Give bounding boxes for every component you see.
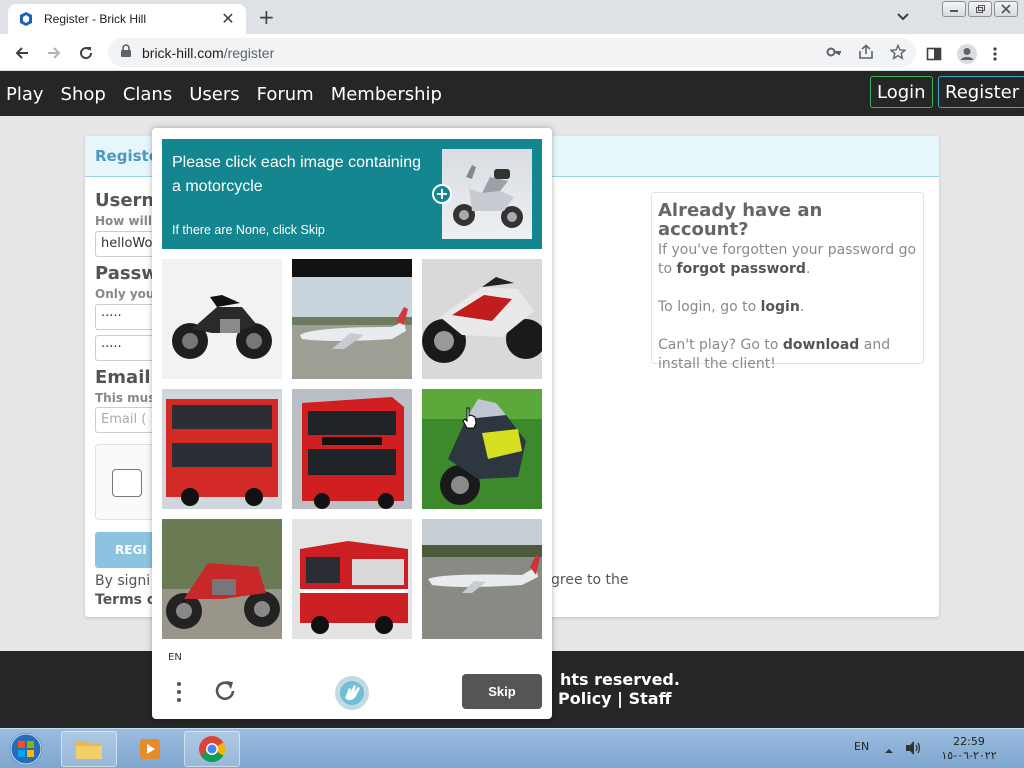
download-text: Can't play? Go to download and install t…: [658, 337, 891, 372]
share-icon[interactable]: [858, 44, 874, 64]
forward-arrow-icon[interactable]: [44, 43, 64, 63]
nav-forum[interactable]: Forum: [257, 84, 314, 105]
forgot-password-link[interactable]: forgot password: [677, 261, 806, 277]
captcha-tile-2[interactable]: [292, 259, 412, 379]
hand-cursor-icon: [462, 407, 477, 429]
browser-menu-icon[interactable]: [992, 46, 998, 66]
back-arrow-icon[interactable]: [12, 43, 32, 63]
tab-search-chevron-icon[interactable]: [896, 8, 910, 27]
new-tab-icon[interactable]: +: [258, 7, 275, 27]
reload-icon[interactable]: [76, 43, 96, 63]
forgot-password-text: If you've forgotten your password go to …: [658, 242, 917, 277]
tray-clock[interactable]: 22:59 ٢٠٢٢-٠٦-١٥: [934, 735, 1004, 763]
captcha-checkbox[interactable]: [112, 469, 142, 497]
captcha-tile-7[interactable]: [162, 519, 282, 639]
captcha-skip-button[interactable]: Skip: [462, 674, 542, 709]
captcha-tile-3[interactable]: [422, 259, 542, 379]
lock-icon[interactable]: [120, 43, 132, 62]
tab-title: Register - Brick Hill: [44, 12, 147, 26]
nav-clans[interactable]: Clans: [123, 84, 172, 105]
captcha-tile-8[interactable]: [292, 519, 412, 639]
login-link[interactable]: login: [761, 299, 800, 315]
example-scooter-image: [442, 149, 532, 239]
hcaptcha-logo-icon: [333, 674, 371, 716]
nav-users[interactable]: Users: [189, 84, 239, 105]
windows-taskbar: EN 22:59 ٢٠٢٢-٠٦-١٥: [0, 728, 1024, 768]
captcha-tile-1[interactable]: [162, 259, 282, 379]
captcha-prompt-text: Please click each image containing a mot…: [172, 154, 422, 195]
taskbar-chrome-icon[interactable]: [184, 731, 240, 767]
password-label: Passw: [95, 263, 158, 284]
browser-toolbar: brick-hill.com/register: [0, 34, 1024, 71]
start-orb-icon[interactable]: [6, 731, 46, 768]
taskbar-explorer-icon[interactable]: [61, 731, 117, 767]
captcha-tile-4[interactable]: [162, 389, 282, 509]
browser-tab[interactable]: Register - Brick Hill ✕: [8, 4, 246, 34]
tray-show-hidden-icon[interactable]: [884, 741, 894, 760]
email-hint: This mus: [95, 391, 156, 405]
footer-links[interactable]: y Policy | Staff: [542, 689, 672, 708]
url-text: brick-hill.com/register: [142, 45, 274, 61]
register-button[interactable]: Register: [938, 76, 1024, 108]
register-card-title: Registe: [95, 147, 159, 165]
captcha-prompt: Please click each image containing a mot…: [162, 139, 542, 249]
url-path: /register: [223, 44, 275, 61]
terms-line-1: By signi: [95, 573, 151, 589]
captcha-prompt-subtext: If there are None, click Skip: [172, 223, 325, 237]
login-text: To login, go to login.: [658, 299, 805, 315]
terms-text: By signi Terms o: [95, 572, 157, 610]
captcha-refresh-icon[interactable]: [212, 678, 238, 708]
username-label: Usern: [95, 190, 155, 211]
footer-rights: hts reserved.: [560, 670, 680, 689]
captcha-language[interactable]: EN: [168, 652, 182, 663]
restore-window-icon[interactable]: [968, 1, 992, 17]
bookmark-star-icon[interactable]: [889, 43, 907, 64]
side-panel-icon[interactable]: [926, 46, 942, 66]
terms-link[interactable]: Terms o: [95, 591, 157, 610]
terms-text-right: gree to the: [551, 572, 629, 588]
key-icon[interactable]: [826, 44, 842, 64]
minimize-window-icon[interactable]: [942, 1, 966, 17]
site-navbar: Play Shop Clans Users Forum Membership L…: [0, 71, 1024, 116]
address-bar[interactable]: brick-hill.com/register: [108, 38, 916, 67]
url-host: brick-hill.com: [142, 44, 224, 61]
nav-shop[interactable]: Shop: [61, 84, 106, 105]
captcha-menu-icon[interactable]: [176, 680, 182, 708]
captcha-tile-9[interactable]: [422, 519, 542, 639]
password-hint: Only you: [95, 287, 155, 301]
brick-hill-favicon-icon: [18, 11, 34, 27]
username-hint: How will: [95, 214, 152, 228]
existing-account-panel: Already have an account? If you've forgo…: [651, 192, 924, 372]
existing-account-title: Already have an account?: [658, 200, 823, 240]
tray-volume-icon[interactable]: [904, 740, 922, 760]
nav-membership[interactable]: Membership: [331, 84, 442, 105]
clock-date: ٢٠٢٢-٠٦-١٥: [941, 749, 997, 762]
captcha-challenge-popup: Please click each image containing a mot…: [152, 128, 552, 719]
captcha-tile-5[interactable]: [292, 389, 412, 509]
captcha-tile-6[interactable]: [422, 389, 542, 509]
tab-close-icon[interactable]: ✕: [220, 11, 236, 27]
login-button[interactable]: Login: [870, 76, 933, 108]
close-window-icon[interactable]: [994, 1, 1018, 17]
example-plus-icon: +: [432, 184, 452, 204]
nav-play[interactable]: Play: [6, 84, 44, 105]
tray-language[interactable]: EN: [854, 740, 869, 753]
clock-time: 22:59: [953, 735, 985, 748]
email-label: Email: [95, 367, 151, 388]
tab-strip: Register - Brick Hill ✕ +: [0, 0, 1024, 34]
download-link[interactable]: download: [783, 337, 859, 353]
taskbar-media-player-icon[interactable]: [122, 731, 178, 767]
profile-avatar-icon[interactable]: [956, 43, 978, 69]
